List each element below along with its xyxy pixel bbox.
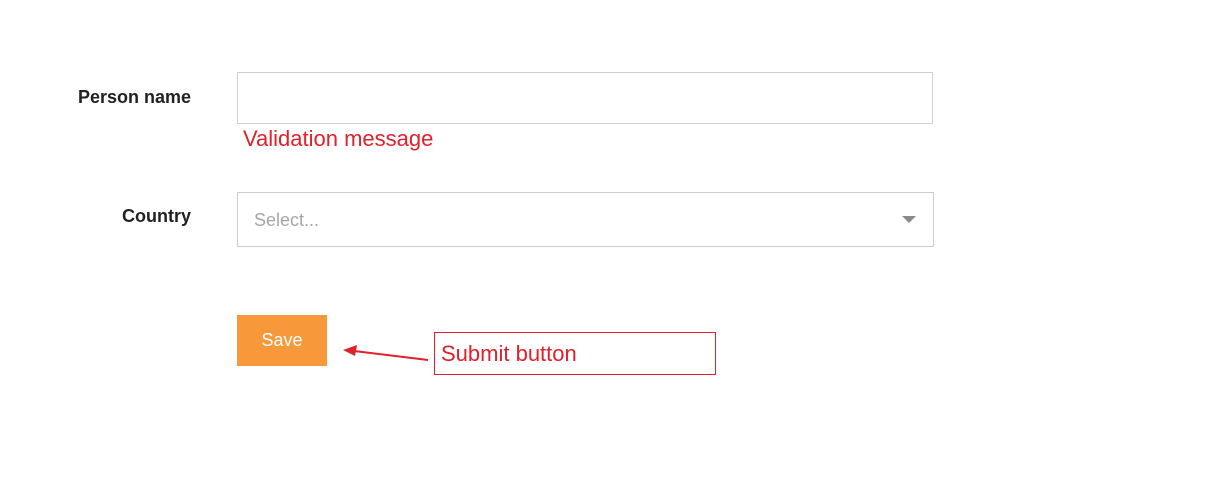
- save-button[interactable]: Save: [237, 315, 327, 366]
- chevron-down-icon: [902, 216, 916, 223]
- annotation-text: Submit button: [441, 341, 577, 366]
- country-select[interactable]: Select...: [237, 192, 934, 247]
- person-name-label: Person name: [77, 87, 191, 107]
- annotation-callout: Submit button: [434, 332, 716, 375]
- country-label: Country: [122, 206, 191, 226]
- validation-message: Validation message: [243, 126, 434, 151]
- country-select-placeholder: Select...: [254, 210, 320, 230]
- person-name-input[interactable]: [237, 72, 933, 124]
- form-page: Person name Validation message Country S…: [0, 0, 1217, 500]
- arrow-left-icon: [343, 345, 429, 361]
